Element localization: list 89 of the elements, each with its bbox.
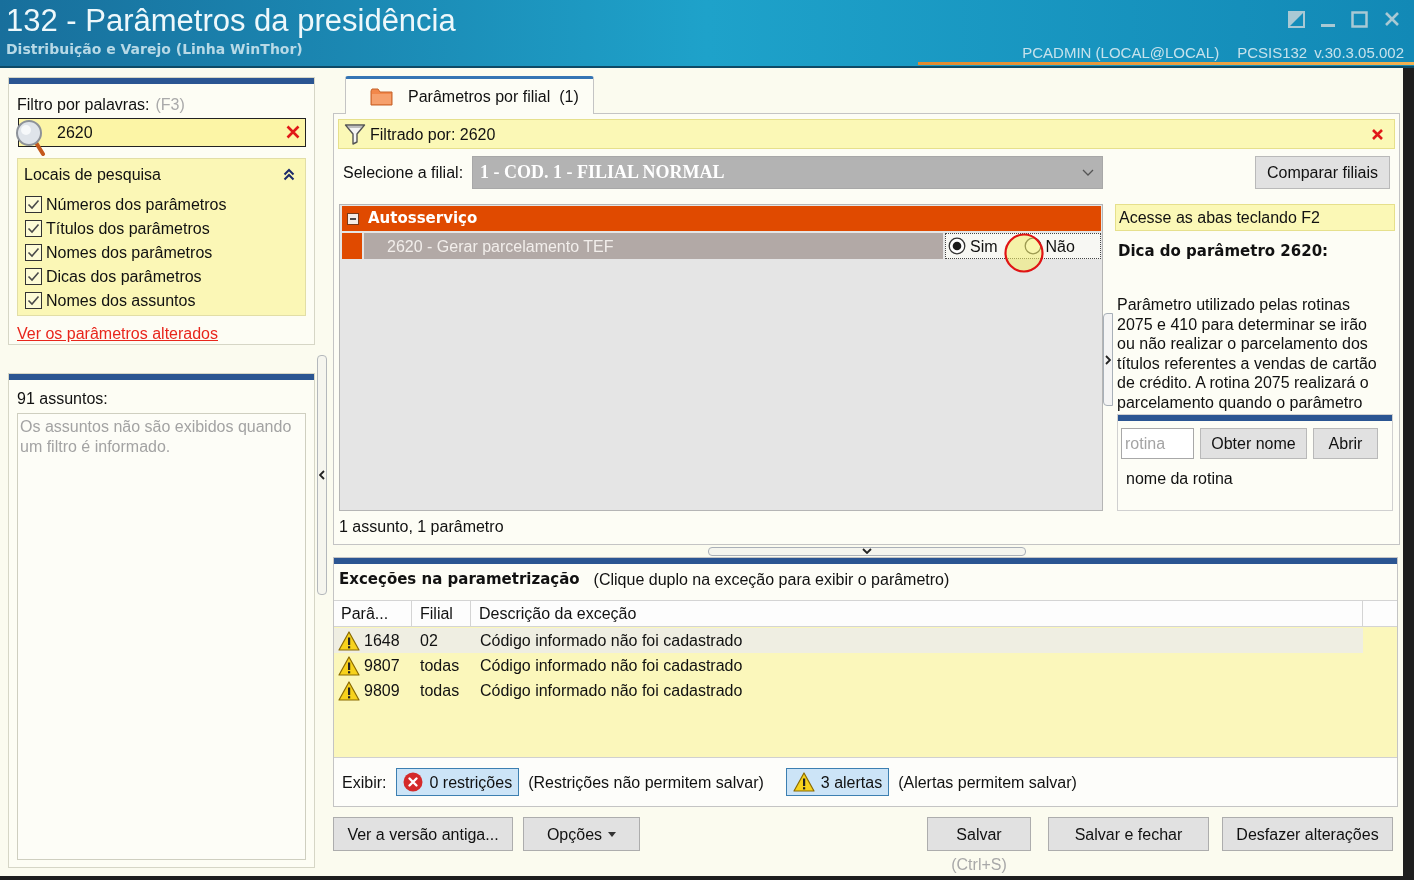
subjects-count: 91 assuntos: [17,389,108,407]
clear-filter-icon[interactable] [1372,128,1383,140]
get-name-button[interactable]: Obter nome [1200,428,1307,459]
checkbox-label: Nomes dos assuntos [46,290,196,310]
table-cell: Código informado não foi cadastrado [480,632,743,649]
section-title: Locais de pesquisa [24,164,161,184]
clear-search-icon[interactable] [286,125,300,139]
splitter-handle[interactable] [317,355,327,595]
warning-icon [338,630,360,651]
column-header[interactable]: Filial [412,601,471,626]
tab[interactable]: Parâmetros por filial (1) [345,76,594,114]
option-label: Sim [970,236,998,256]
chevron-down-icon[interactable] [861,548,872,554]
collapse-icon[interactable] [347,212,359,225]
warning-icon [338,680,360,701]
restrictions-toggle[interactable]: 0 restrições [396,768,520,796]
search-icon [15,119,47,156]
column-header[interactable]: Parâ... [334,601,412,626]
filter-label: Filtro por palavras: [17,94,150,114]
section-title: Exceções na parametrização [339,569,580,589]
checkbox[interactable] [25,243,42,261]
checkbox-label: Dicas dos parâmetros [46,266,202,286]
collapse-icon[interactable] [283,167,295,181]
collapse-handle[interactable] [1103,313,1113,406]
link[interactable]: Ver os parâmetros alterados [17,324,218,342]
routine-field[interactable]: rotina [1121,428,1194,459]
table-row[interactable]: 9807 todas Código informado não foi cadastrado [334,653,1363,678]
group-title: Autosserviço [368,209,478,228]
selection-strip [342,233,362,259]
table-cell: 9807 [364,656,400,675]
table-cell: todas [420,682,460,699]
checkbox-label: Nomes dos parâmetros [46,242,213,262]
old-version-button[interactable]: Ver a versão antiga... [333,817,513,851]
checkbox-label: Números dos parâmetros [46,194,227,214]
splitter-handle[interactable] [707,546,1026,556]
hint-banner: Acesse as abas teclando F2 [1115,204,1395,231]
alerts-toggle[interactable]: 3 alertas [785,768,890,796]
window-title: 132 - Parâmetros da presidência [6,3,456,39]
undo-changes-button[interactable]: Desfazer alterações [1222,817,1393,851]
summary-text: 1 assunto, 1 parâmetro [339,517,504,536]
warning-icon [792,772,815,792]
shortcut-hint: (Ctrl+S) [951,855,1007,874]
table-cell: todas [420,657,460,674]
window-subtitle: Distribuição e Varejo (Linha WinThor) [6,40,304,58]
caret-icon[interactable] [608,831,617,837]
table-cell: 9809 [364,681,400,700]
table-row[interactable]: 1648 02 Código informado não foi cadastrado [334,628,1363,653]
checkbox[interactable] [25,195,42,213]
error-icon [403,772,424,792]
folder-icon [370,87,393,106]
save-button[interactable]: Salvar [927,817,1031,851]
section-hint: (Clique duplo na exceção para exibir o parâmetro) [593,569,950,589]
search-field[interactable]: 2620 [18,118,306,147]
group-header[interactable]: Autosserviço [342,206,1101,231]
toggle-note: (Restrições não permitem salvar) [528,772,764,792]
cursor-highlight-icon [1004,233,1044,273]
table-cell: 02 [420,632,438,649]
radio-button[interactable] [948,237,966,255]
warning-icon [338,655,360,676]
option-label: Não [1045,236,1075,256]
module-label: PCSIS132 [1237,44,1308,61]
table-row[interactable]: 9809 todas Código informado não foi cadastrado [334,678,1363,703]
checkbox[interactable] [25,291,42,309]
user-label: PCADMIN (LOCAL@LOCAL) [1022,44,1220,61]
routine-name: nome da rotina [1126,469,1233,488]
radio-button[interactable] [1023,237,1042,255]
options-button[interactable]: Opções [523,817,640,851]
filter-text: Filtrado por: 2620 [370,124,496,144]
chevron-right-icon[interactable] [1105,354,1111,365]
shortcut-hint: (F3) [155,94,185,114]
funnel-icon [344,123,366,145]
compare-button[interactable]: Comparar filiais [1255,156,1390,189]
empty-message: Os assuntos não são exibidos quando um filtro é informado. [20,417,293,457]
branch-label: Selecione a filial: [342,163,465,182]
tip-text: Parâmetro utilizado pelas rotinas 2075 e 410 para determinar se irão ou não realizar o parcelamento dos títulos referentes a vendas de cartão de crédito. A rotina 2075 realizará o parcelamento quando o parâmetro [1117,295,1378,413]
chevron-left-icon[interactable] [319,470,325,480]
tip-title: Dica do parâmetro 2620: [1118,242,1329,261]
checkbox[interactable] [25,219,42,237]
toggle-note: (Alertas permitem salvar) [898,772,1077,792]
table-cell: 1648 [364,631,400,650]
save-and-close-button[interactable]: Salvar e fechar [1048,817,1209,851]
column-header[interactable]: Descrição da exceção [471,601,1363,626]
table-cell: Código informado não foi cadastrado [480,657,743,674]
checkbox-label: Títulos dos parâmetros [46,218,210,238]
checkbox[interactable] [25,267,42,285]
open-button[interactable]: Abrir [1313,428,1378,459]
table-cell: Código informado não foi cadastrado [480,682,743,699]
show-label: Exibir: [342,772,387,792]
version-label: v.30.3.05.002 [1314,44,1404,61]
